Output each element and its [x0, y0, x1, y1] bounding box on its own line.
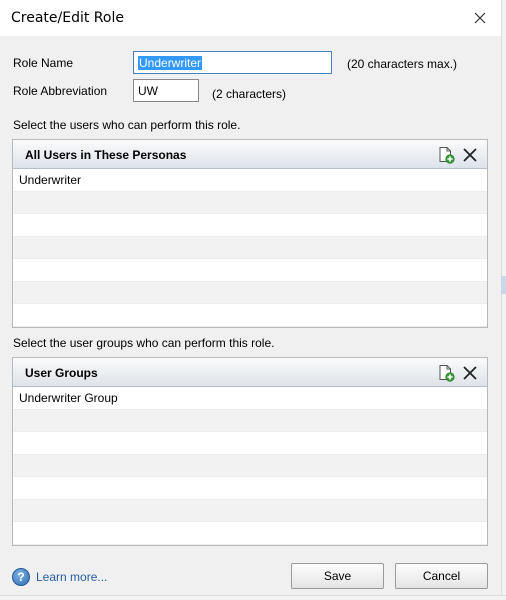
- dialog-footer: ? Learn more... Save Cancel: [0, 556, 501, 596]
- list-item[interactable]: Underwriter Group: [13, 387, 487, 410]
- remove-group-button[interactable]: [459, 362, 481, 384]
- users-panel-header: All Users in These Personas: [13, 140, 487, 169]
- list-item[interactable]: [13, 499, 487, 522]
- groups-panel: User Groups Underwriter Group: [12, 357, 488, 546]
- users-panel: All Users in These Personas Underwriter: [12, 139, 488, 328]
- add-group-button[interactable]: [435, 362, 457, 384]
- role-abbreviation-input[interactable]: UW: [133, 79, 199, 102]
- users-list: Underwriter: [13, 169, 487, 327]
- list-item[interactable]: [13, 281, 487, 304]
- list-item[interactable]: [13, 454, 487, 477]
- cancel-button[interactable]: Cancel: [395, 563, 488, 589]
- users-panel-title: All Users in These Personas: [25, 148, 187, 162]
- window-edge-bottom: [0, 595, 506, 600]
- delete-x-icon: [463, 148, 477, 162]
- role-name-input[interactable]: Underwriter: [133, 51, 332, 74]
- list-item[interactable]: [13, 432, 487, 455]
- add-document-icon: [439, 365, 455, 382]
- users-instruction: Select the users who can perform this ro…: [13, 118, 241, 132]
- window-edge-right: [501, 0, 506, 600]
- close-icon: [474, 12, 486, 24]
- list-item[interactable]: [13, 191, 487, 214]
- dialog-title: Create/Edit Role: [11, 10, 124, 26]
- role-abbreviation-hint: (2 characters): [212, 87, 287, 101]
- window-edge-marker: [501, 276, 506, 294]
- save-button[interactable]: Save: [291, 563, 384, 589]
- delete-x-icon: [463, 366, 477, 380]
- close-button[interactable]: [466, 6, 494, 30]
- role-abbreviation-value: UW: [138, 83, 158, 98]
- list-item[interactable]: [13, 259, 487, 282]
- remove-user-button[interactable]: [459, 144, 481, 166]
- groups-panel-header: User Groups: [13, 358, 487, 387]
- list-item[interactable]: [13, 236, 487, 259]
- groups-list: Underwriter Group: [13, 387, 487, 545]
- learn-more-link[interactable]: ? Learn more...: [12, 568, 107, 586]
- role-name-hint: (20 characters max.): [347, 57, 458, 71]
- list-item[interactable]: Underwriter: [13, 169, 487, 192]
- learn-more-label: Learn more...: [36, 570, 108, 584]
- groups-panel-title: User Groups: [25, 366, 98, 380]
- list-item[interactable]: [13, 477, 487, 500]
- role-dialog: Create/Edit Role Role Name Underwriter (…: [0, 0, 506, 600]
- dialog-body: Role Name Underwriter (20 characters max…: [0, 36, 501, 595]
- list-item[interactable]: [13, 522, 487, 545]
- add-user-button[interactable]: [435, 144, 457, 166]
- role-name-value: Underwriter: [138, 55, 203, 70]
- groups-instruction: Select the user groups who can perform t…: [13, 336, 275, 350]
- list-item[interactable]: [13, 304, 487, 327]
- add-document-icon: [439, 147, 455, 164]
- list-item[interactable]: [13, 409, 487, 432]
- role-abbreviation-label: Role Abbreviation: [13, 84, 108, 98]
- title-bar: Create/Edit Role: [0, 0, 501, 36]
- list-item[interactable]: [13, 214, 487, 237]
- role-name-label: Role Name: [13, 56, 74, 70]
- help-icon: ?: [12, 568, 30, 586]
